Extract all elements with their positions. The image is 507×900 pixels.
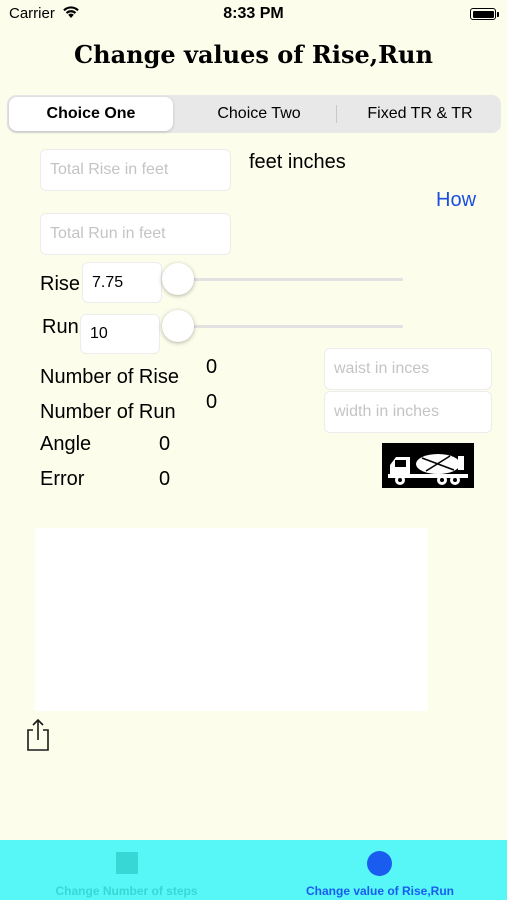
waist-input[interactable] [324,348,492,390]
output-text-area[interactable] [35,528,428,711]
battery-icon [470,8,496,20]
rise-input[interactable] [82,262,162,303]
tab-change-rise-run[interactable]: Change value of Rise,Run [253,840,507,900]
segmented-control: Choice One Choice Two Fixed TR & TR [7,95,501,133]
number-of-rise-value: 0 [206,356,218,378]
total-run-input[interactable] [40,213,231,255]
rise-slider-track[interactable] [177,278,403,281]
segment-fixed-tr[interactable]: Fixed TR & TR [339,95,501,133]
number-of-run-label: Number of Run [40,401,176,423]
number-of-rise-label: Number of Rise [40,366,179,388]
segment-choice-one[interactable]: Choice One [9,97,173,131]
status-time: 8:33 PM [223,5,284,22]
error-label: Error [40,468,85,490]
share-icon[interactable] [25,718,51,752]
square-icon [116,852,138,874]
tab-bar: Change Number of steps Change value of R… [0,840,507,900]
run-input[interactable] [80,314,160,354]
angle-value: 0 [159,433,171,455]
how-link[interactable]: How [436,189,476,212]
error-value: 0 [159,468,171,490]
segment-divider [336,105,337,123]
battery-tip [497,12,499,17]
run-label: Run [42,316,79,338]
tab-change-steps-label: Change Number of steps [55,884,198,898]
cement-truck-icon[interactable] [382,443,474,488]
rise-label: Rise [40,273,81,295]
feet-inches-label: feet inches [249,151,346,173]
total-rise-input[interactable] [40,149,231,191]
segment-choice-two[interactable]: Choice Two [177,95,341,133]
circle-icon [367,851,392,876]
tab-change-steps[interactable]: Change Number of steps [0,840,253,900]
page-title: Change values of Rise,Run [74,40,433,69]
run-slider-track[interactable] [177,325,403,328]
run-slider-thumb[interactable] [162,310,194,342]
tab-change-rise-run-label: Change value of Rise,Run [305,884,455,898]
rise-slider-thumb[interactable] [162,263,194,295]
number-of-run-value: 0 [206,391,218,413]
width-input[interactable] [324,391,492,433]
angle-label: Angle [40,433,92,455]
